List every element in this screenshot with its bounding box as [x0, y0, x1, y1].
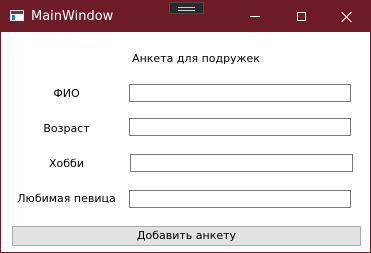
label-hobby: Хобби — [49, 157, 84, 170]
hobby-input[interactable] — [130, 154, 353, 172]
label-favorite-singer: Любимая певица — [17, 192, 116, 205]
window-title: MainWindow — [31, 9, 114, 24]
add-form-button[interactable]: Добавить анкету — [12, 226, 361, 246]
form-heading: Анкета для подружек — [132, 52, 260, 65]
main-window: MainWindow Анкета для подружек ФИО Возра… — [0, 0, 371, 253]
maximize-icon — [296, 12, 306, 21]
drag-grip-icon[interactable] — [169, 2, 204, 14]
fio-input[interactable] — [129, 84, 351, 102]
age-input[interactable] — [129, 118, 351, 136]
app-window-icon — [10, 10, 24, 21]
minimize-button[interactable] — [232, 1, 278, 32]
close-icon — [341, 11, 353, 23]
label-fio: ФИО — [53, 87, 80, 100]
favorite-singer-input[interactable] — [129, 190, 351, 208]
maximize-button[interactable] — [278, 1, 324, 32]
label-age: Возраст — [43, 122, 90, 135]
close-button[interactable] — [324, 1, 370, 32]
title-bar[interactable]: MainWindow — [1, 1, 370, 32]
minimize-icon — [250, 16, 260, 17]
